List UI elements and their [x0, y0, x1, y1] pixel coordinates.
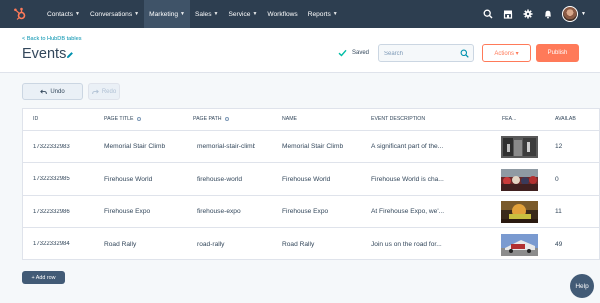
cell-id[interactable]: 17322332984 [33, 241, 98, 247]
cell-name[interactable]: Road Rally [282, 241, 350, 248]
nav-item-reports[interactable]: Reports ▼ [303, 0, 343, 28]
page-header: < Back to HubDB tables Events Saved Acti… [0, 28, 600, 73]
cell-id[interactable]: 17322332986 [33, 209, 98, 215]
chevron-down-icon: ▼ [213, 11, 219, 17]
cell-available[interactable]: 49 [555, 241, 585, 248]
cell-page-path[interactable]: firehouse-world [197, 176, 255, 183]
actions-dropdown-button[interactable]: Actions ▾ [482, 44, 531, 62]
notifications-icon[interactable] [542, 8, 554, 20]
hubspot-logo-icon[interactable] [13, 7, 27, 21]
table-header: ID PAGE TITLE PAGE PATH NAME EVENT DESCR… [23, 109, 599, 131]
search-input[interactable] [384, 48, 458, 59]
cell-page-title[interactable]: Memorial Stair Climb [104, 143, 172, 150]
settings-icon[interactable] [522, 8, 534, 20]
table-row[interactable]: 17322332983 Memorial Stair Climb memorial-… [23, 131, 599, 163]
nav-item-label: Service [228, 10, 251, 18]
column-header-page-path[interactable]: PAGE PATH [193, 116, 229, 122]
cell-description[interactable]: A significant part of the... [371, 143, 455, 150]
cell-name[interactable]: Firehouse World [282, 176, 350, 183]
cell-page-title[interactable]: Firehouse Expo [104, 208, 172, 215]
search-icon[interactable] [460, 49, 469, 58]
cell-available[interactable]: 0 [555, 176, 585, 183]
nav-item-sales[interactable]: Sales ▼ [190, 0, 223, 28]
nav-item-label: Conversations [89, 10, 133, 18]
cell-page-title[interactable]: Road Rally [104, 241, 172, 248]
nav-item-label: Workflows [267, 10, 298, 18]
avatar-chevron-down-icon[interactable]: ▼ [581, 11, 586, 17]
featured-image-thumbnail[interactable] [501, 168, 538, 191]
nav-item-contacts[interactable]: Contacts ▼ [42, 0, 85, 28]
nav-item-label: Marketing [149, 10, 179, 18]
chevron-down-icon: ▼ [134, 11, 140, 17]
cell-description[interactable]: Firehouse World is cha... [371, 176, 455, 183]
undo-icon [40, 89, 48, 94]
nav-item-service[interactable]: Service ▼ [223, 0, 262, 28]
redo-label: Redo [101, 88, 117, 95]
column-header-id[interactable]: ID [33, 116, 38, 122]
column-header-name[interactable]: NAME [282, 116, 297, 122]
chevron-down-icon: ▼ [75, 11, 80, 17]
column-header-label: PAGE PATH [193, 116, 222, 122]
saved-status: Saved [352, 49, 370, 56]
cell-available[interactable]: 12 [555, 143, 585, 150]
column-header-page-title[interactable]: PAGE TITLE [104, 116, 141, 122]
main-menu: Contacts ▼ Conversations ▼ Marketing ▼ Sales ▼ S… [42, 0, 343, 28]
cell-page-path[interactable]: memorial-stair-climb [197, 143, 255, 150]
nav-item-workflows[interactable]: Workflows [262, 0, 302, 28]
featured-image-thumbnail[interactable] [501, 201, 538, 223]
cell-description[interactable]: Join us on the road for... [371, 241, 455, 248]
undo-label: Undo [50, 88, 65, 95]
top-navigation: Contacts ▼ Conversations ▼ Marketing ▼ Sales ▼ S… [0, 0, 600, 28]
table-row[interactable]: 17322332984 Road Rally road-rally Road Rall… [23, 229, 599, 260]
cell-description[interactable]: At Firehouse Expo, we'... [371, 208, 455, 215]
nav-item-label: Reports [307, 10, 331, 18]
chevron-down-icon: ▼ [332, 11, 338, 17]
cell-available[interactable]: 11 [555, 208, 585, 215]
hubdb-table: ID PAGE TITLE PAGE PATH NAME EVENT DESCR… [22, 108, 600, 260]
featured-image-thumbnail[interactable] [501, 233, 538, 256]
featured-image-thumbnail[interactable] [501, 136, 538, 158]
help-button[interactable]: Help [570, 274, 594, 298]
pencil-edit-icon[interactable] [66, 51, 74, 59]
info-icon[interactable] [224, 116, 229, 121]
cell-page-title[interactable]: Firehouse World [104, 176, 172, 183]
nav-utilities: ▼ [482, 0, 586, 28]
page-title: Events [22, 46, 67, 62]
marketplace-icon[interactable] [502, 8, 514, 20]
cell-page-path[interactable]: road-rally [197, 241, 255, 248]
search-icon[interactable] [482, 8, 494, 20]
column-header-event-description[interactable]: EVENT DESCRIPTION [371, 116, 425, 122]
checkmark-icon [338, 49, 347, 57]
add-row-button[interactable]: + Add row [22, 271, 65, 284]
cell-name[interactable]: Memorial Stair Climb [282, 143, 350, 150]
nav-item-label: Sales [195, 10, 212, 18]
cell-page-path[interactable]: firehouse-expo [197, 208, 255, 215]
nav-item-conversations[interactable]: Conversations ▼ [85, 0, 144, 28]
nav-item-label: Contacts [47, 10, 74, 18]
table-row[interactable]: 17322332985 Firehouse World firehouse-worl… [23, 164, 599, 196]
chevron-down-icon: ▼ [180, 11, 185, 17]
cell-name[interactable]: Firehouse Expo [282, 208, 350, 215]
undo-button[interactable]: Undo [22, 83, 83, 100]
column-header-featured-image[interactable]: FEA... [502, 116, 516, 122]
redo-icon [92, 89, 99, 94]
column-header-label: PAGE TITLE [104, 116, 134, 122]
redo-button[interactable]: Redo [88, 83, 120, 100]
back-to-tables-link[interactable]: < Back to HubDB tables [22, 36, 82, 42]
chevron-down-icon: ▼ [252, 11, 258, 17]
cell-id[interactable]: 17322332983 [33, 144, 98, 150]
cell-id[interactable]: 17322332985 [33, 176, 98, 182]
search-box [378, 44, 474, 62]
column-header-available[interactable]: AVAILAB [555, 116, 576, 122]
info-icon[interactable] [136, 116, 141, 121]
nav-item-marketing[interactable]: Marketing ▼ [144, 0, 190, 28]
publish-button[interactable]: Publish [536, 44, 579, 62]
table-row[interactable]: 17322332986 Firehouse Expo firehouse-expo F… [23, 196, 599, 228]
user-avatar[interactable] [562, 6, 579, 22]
